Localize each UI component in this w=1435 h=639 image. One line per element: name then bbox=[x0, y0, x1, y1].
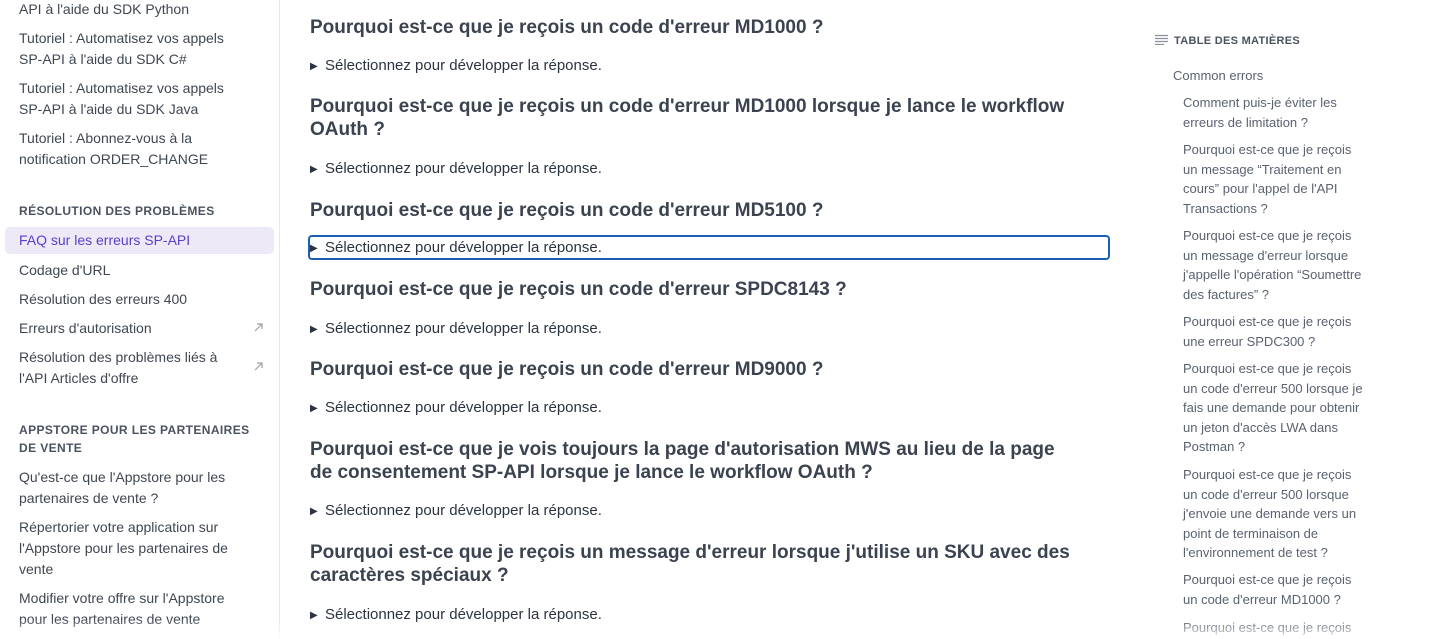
external-link-icon bbox=[253, 318, 264, 339]
triangle-right-icon: ▶ bbox=[310, 164, 318, 175]
sidebar-item-authorization-errors[interactable]: Erreurs d'autorisation bbox=[19, 318, 247, 339]
toc-item[interactable]: Pourquoi est-ce que je reçois une erreur… bbox=[1183, 312, 1368, 351]
toc-item-common-errors[interactable]: Common errors bbox=[1173, 66, 1263, 85]
toc-item[interactable]: Pourquoi est-ce que je reçois un message… bbox=[1183, 226, 1368, 304]
triangle-right-icon: ▶ bbox=[310, 610, 318, 621]
triangle-right-icon: ▶ bbox=[310, 403, 318, 414]
toc-item[interactable]: Pourquoi est-ce que je reçois un message… bbox=[1183, 140, 1368, 218]
toc-header: TABLE DES MATIÈRES bbox=[1155, 34, 1300, 49]
main-content: Pourquoi est-ce que je reçois un code d'… bbox=[280, 0, 1140, 639]
sidebar-item-what-is-appstore[interactable]: Qu'est-ce que l'Appstore pour les parten… bbox=[19, 467, 249, 509]
toc-item[interactable]: Pourquoi est-ce que je reçois un code d'… bbox=[1183, 570, 1368, 609]
sidebar-item-faq-errors[interactable]: FAQ sur les erreurs SP-API bbox=[19, 230, 190, 251]
toc-item[interactable]: Pourquoi est-ce que je reçois un code d'… bbox=[1183, 359, 1368, 457]
section-troubleshooting: RÉSOLUTION DES PROBLÈMES bbox=[19, 204, 215, 218]
toc-item[interactable]: Pourquoi est-ce que je reçois un code d'… bbox=[1183, 465, 1368, 563]
expand-answer-toggle-focused[interactable]: ▶ Sélectionnez pour développer la réponse… bbox=[308, 235, 1110, 260]
question-heading: Pourquoi est-ce que je reçois un code d'… bbox=[310, 17, 824, 38]
toc-item[interactable]: Pourquoi est-ce que je reçois bbox=[1183, 618, 1368, 638]
expand-answer-label: Sélectionnez pour développer la réponse. bbox=[325, 57, 602, 74]
section-appstore: APPSTORE POUR LES PARTENAIRES DE VENTE bbox=[19, 423, 250, 455]
expand-answer-label: Sélectionnez pour développer la réponse. bbox=[325, 160, 602, 177]
triangle-right-icon: ▶ bbox=[310, 506, 318, 517]
expand-answer-toggle[interactable]: ▶ Sélectionnez pour développer la réponse… bbox=[310, 158, 1110, 180]
question-heading: Pourquoi est-ce que je reçois un code d'… bbox=[310, 279, 847, 300]
toc-header-label: TABLE DES MATIÈRES bbox=[1174, 35, 1300, 47]
sidebar-item-url-encoding[interactable]: Codage d'URL bbox=[19, 260, 249, 281]
sidebar-link-csharp-sdk[interactable]: Tutoriel : Automatisez vos appels SP-API… bbox=[19, 28, 249, 70]
expand-answer-label: Sélectionnez pour développer la réponse. bbox=[325, 239, 602, 256]
question-heading: Pourquoi est-ce que je reçois un code d'… bbox=[310, 96, 1065, 140]
table-of-contents: TABLE DES MATIÈRES Common errors Comment… bbox=[1140, 0, 1435, 639]
triangle-right-icon: ▶ bbox=[310, 243, 318, 254]
question-heading: Pourquoi est-ce que je reçois un message… bbox=[310, 542, 1070, 586]
expand-answer-label: Sélectionnez pour développer la réponse. bbox=[325, 320, 602, 337]
sidebar-item-list-application[interactable]: Répertorier votre application sur l'Apps… bbox=[19, 517, 249, 580]
expand-answer-toggle[interactable]: ▶ Sélectionnez pour développer la réponse… bbox=[310, 318, 1110, 340]
sidebar-link-order-change[interactable]: Tutoriel : Abonnez-vous à la notificatio… bbox=[19, 128, 249, 170]
list-lines-icon bbox=[1155, 34, 1168, 49]
expand-answer-label: Sélectionnez pour développer la réponse. bbox=[325, 606, 602, 623]
expand-answer-label: Sélectionnez pour développer la réponse. bbox=[325, 502, 602, 519]
sidebar-item-modify-offer[interactable]: Modifier votre offre sur l'Appstore pour… bbox=[19, 588, 249, 630]
question-heading: Pourquoi est-ce que je reçois un code d'… bbox=[310, 359, 824, 380]
expand-answer-toggle[interactable]: ▶ Sélectionnez pour développer la réponse… bbox=[310, 500, 1110, 522]
triangle-right-icon: ▶ bbox=[310, 324, 318, 335]
sidebar-item-offer-items-api[interactable]: Résolution des problèmes liés à l'API Ar… bbox=[19, 347, 247, 389]
triangle-right-icon: ▶ bbox=[310, 61, 318, 72]
sidebar-link-python-sdk[interactable]: API à l'aide du SDK Python bbox=[19, 0, 249, 20]
expand-answer-toggle[interactable]: ▶ Sélectionnez pour développer la réponse… bbox=[310, 55, 1110, 77]
expand-answer-toggle[interactable]: ▶ Sélectionnez pour développer la réponse… bbox=[310, 397, 1110, 419]
toc-item[interactable]: Comment puis-je éviter les erreurs de li… bbox=[1183, 93, 1368, 132]
expand-answer-label: Sélectionnez pour développer la réponse. bbox=[325, 399, 602, 416]
sidebar-item-400-errors[interactable]: Résolution des erreurs 400 bbox=[19, 289, 249, 310]
expand-answer-toggle[interactable]: ▶ Sélectionnez pour développer la réponse… bbox=[310, 604, 1110, 626]
sidebar-link-java-sdk[interactable]: Tutoriel : Automatisez vos appels SP-API… bbox=[19, 78, 249, 120]
question-heading: Pourquoi est-ce que je vois toujours la … bbox=[310, 439, 1055, 483]
sidebar: API à l'aide du SDK Python Tutoriel : Au… bbox=[0, 0, 280, 639]
question-heading: Pourquoi est-ce que je reçois un code d'… bbox=[310, 200, 824, 221]
external-link-icon bbox=[253, 357, 264, 378]
